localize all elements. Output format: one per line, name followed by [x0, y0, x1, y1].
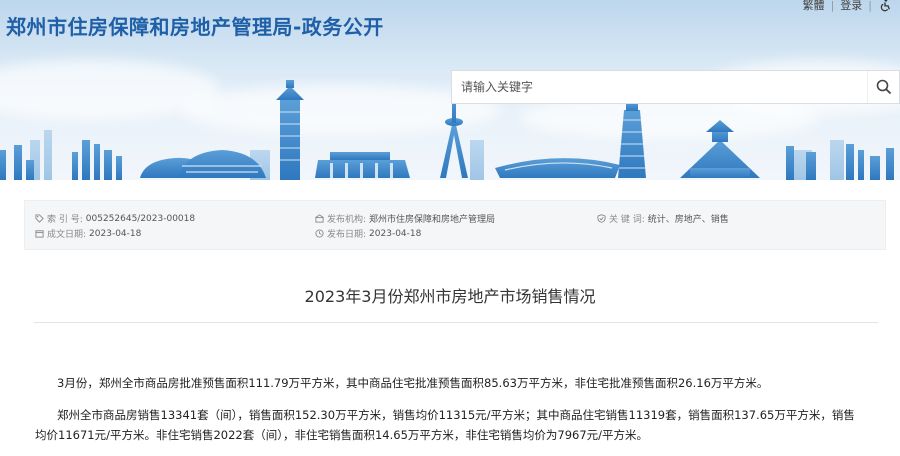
- shield-check-icon: [597, 214, 606, 223]
- accessibility-icon[interactable]: [878, 0, 892, 12]
- meta-keywords: 关 键 词: 统计、房地产、销售: [597, 212, 729, 225]
- link-separator: |: [868, 0, 872, 12]
- link-separator: |: [830, 0, 835, 12]
- search-input[interactable]: [452, 71, 867, 103]
- meta-issuer: 发布机构: 郑州市住房保障和房地产管理局: [315, 212, 495, 225]
- traditional-chinese-link[interactable]: 繁體: [803, 0, 825, 13]
- document-meta-box: 索 引 号: 005252645/2023-00018 成文日期: 2023-0…: [24, 200, 886, 250]
- login-link[interactable]: 登录: [840, 0, 862, 13]
- article-paragraph: 均价11671元/平方米。非住宅销售2022套（间），非住宅销售面积14.65万…: [35, 428, 649, 442]
- tag-icon: [35, 214, 44, 223]
- article-paragraph: 3月份，郑州全市商品房批准预售面积111.79万平方米，其中商品住宅批准预售面积…: [57, 376, 769, 390]
- article-title: 2023年3月份郑州市房地产市场销售情况: [304, 287, 596, 306]
- site-title: 郑州市住房保障和房地产管理局-政务公开: [6, 15, 384, 39]
- meta-created-date: 成文日期: 2023-04-18: [35, 227, 141, 240]
- meta-published-date: 发布日期: 2023-04-18: [315, 227, 421, 240]
- clock-icon: [315, 229, 324, 238]
- calendar-icon: [35, 230, 44, 238]
- article-paragraph: 郑州全市商品房销售13341套（间），销售面积152.30万平方米，销售均价11…: [57, 408, 855, 422]
- meta-index-number: 索 引 号: 005252645/2023-00018: [35, 212, 195, 225]
- search-icon: [876, 79, 891, 95]
- top-links: 繁體 | 登录 |: [803, 0, 892, 13]
- search-box: [451, 70, 900, 104]
- building-icon: [315, 214, 324, 223]
- title-divider: [34, 322, 878, 323]
- search-button[interactable]: [867, 71, 899, 103]
- header-banner: 郑州市住房保障和房地产管理局-政务公开 繁體 | 登录 |: [0, 0, 900, 180]
